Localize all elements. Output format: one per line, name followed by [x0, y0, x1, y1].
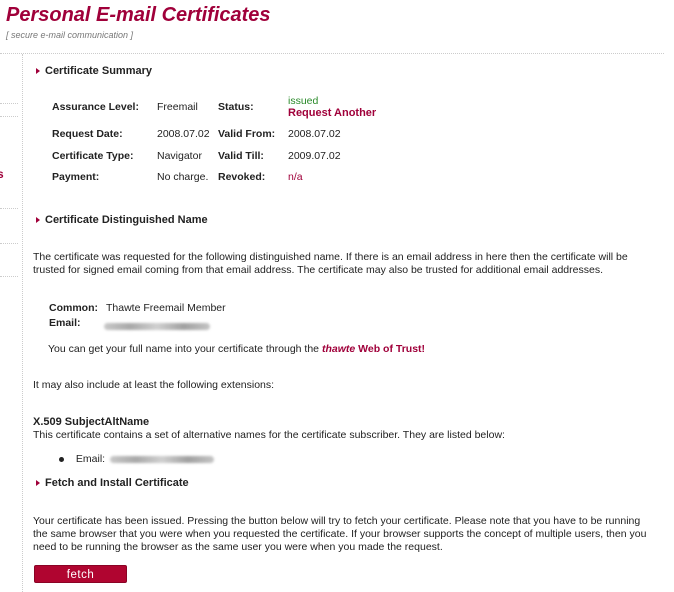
redacted-alt-email — [110, 455, 215, 463]
assurance-level-label: Assurance Level: — [52, 101, 139, 113]
page-subtitle: [ secure e-mail communication ] — [6, 30, 134, 40]
page: Personal E-mail Certificates [ secure e-… — [0, 0, 674, 592]
status-badge: issued — [288, 95, 319, 107]
request-another-link[interactable]: Request Another — [288, 107, 376, 119]
request-date-value: 2008.07.02 — [157, 128, 210, 140]
redacted-email — [104, 323, 210, 331]
sidebar-item-partial[interactable]: s — [0, 167, 4, 181]
section-heading-label: Fetch and Install Certificate — [45, 477, 189, 489]
valid-from-label: Valid From: — [218, 128, 276, 140]
common-name-label: Common: — [49, 302, 98, 314]
section-arrow-icon — [36, 68, 40, 74]
fetch-button[interactable]: fetch — [34, 565, 127, 583]
sidebar-rule — [0, 276, 18, 277]
x509-heading: X.509 SubjectAltName — [33, 416, 150, 428]
section-heading-label: Certificate Summary — [45, 65, 152, 77]
sidebar-divider — [22, 54, 23, 592]
certificate-type-value: Navigator — [157, 150, 202, 162]
payment-label: Payment: — [52, 171, 100, 183]
valid-till-value: 2009.07.02 — [288, 150, 341, 162]
section-heading-fetch: Fetch and Install Certificate — [36, 477, 189, 489]
sidebar-rule — [0, 243, 18, 244]
dn-intro-text: The certificate was requested for the fo… — [33, 251, 628, 276]
section-arrow-icon — [36, 480, 40, 486]
payment-value: No charge. — [157, 171, 209, 183]
header-divider — [0, 53, 664, 54]
web-of-trust-link[interactable]: Web of Trust! — [358, 343, 425, 355]
common-name-value: Thawte Freemail Member — [106, 302, 226, 314]
revoked-value: n/a — [288, 171, 303, 183]
valid-till-label: Valid Till: — [218, 150, 264, 162]
fetch-text: Your certificate has been issued. Pressi… — [33, 515, 647, 553]
section-heading-dn: Certificate Distinguished Name — [36, 214, 208, 226]
assurance-level-value: Freemail — [157, 101, 198, 113]
page-title: Personal E-mail Certificates — [6, 4, 271, 26]
certificate-type-label: Certificate Type: — [52, 150, 134, 162]
status-label: Status: — [218, 101, 254, 113]
wot-text: You can get your full name into your cer… — [48, 343, 320, 355]
thawte-brand: thawte — [321, 343, 356, 355]
sidebar-rule — [0, 103, 18, 104]
valid-from-value: 2008.07.02 — [288, 128, 341, 140]
revoked-label: Revoked: — [218, 171, 266, 183]
email-label: Email: — [49, 317, 81, 329]
section-arrow-icon — [36, 217, 40, 223]
bullet-icon — [59, 456, 64, 462]
section-heading-summary: Certificate Summary — [36, 65, 152, 77]
alt-email-label: Email: — [75, 453, 106, 465]
extensions-text: It may also include at least the followi… — [33, 379, 275, 391]
section-heading-label: Certificate Distinguished Name — [45, 214, 208, 226]
sidebar-rule — [0, 116, 18, 117]
x509-text: This certificate contains a set of alter… — [33, 429, 505, 441]
sidebar-rule — [0, 208, 18, 209]
request-date-label: Request Date: — [52, 128, 123, 140]
